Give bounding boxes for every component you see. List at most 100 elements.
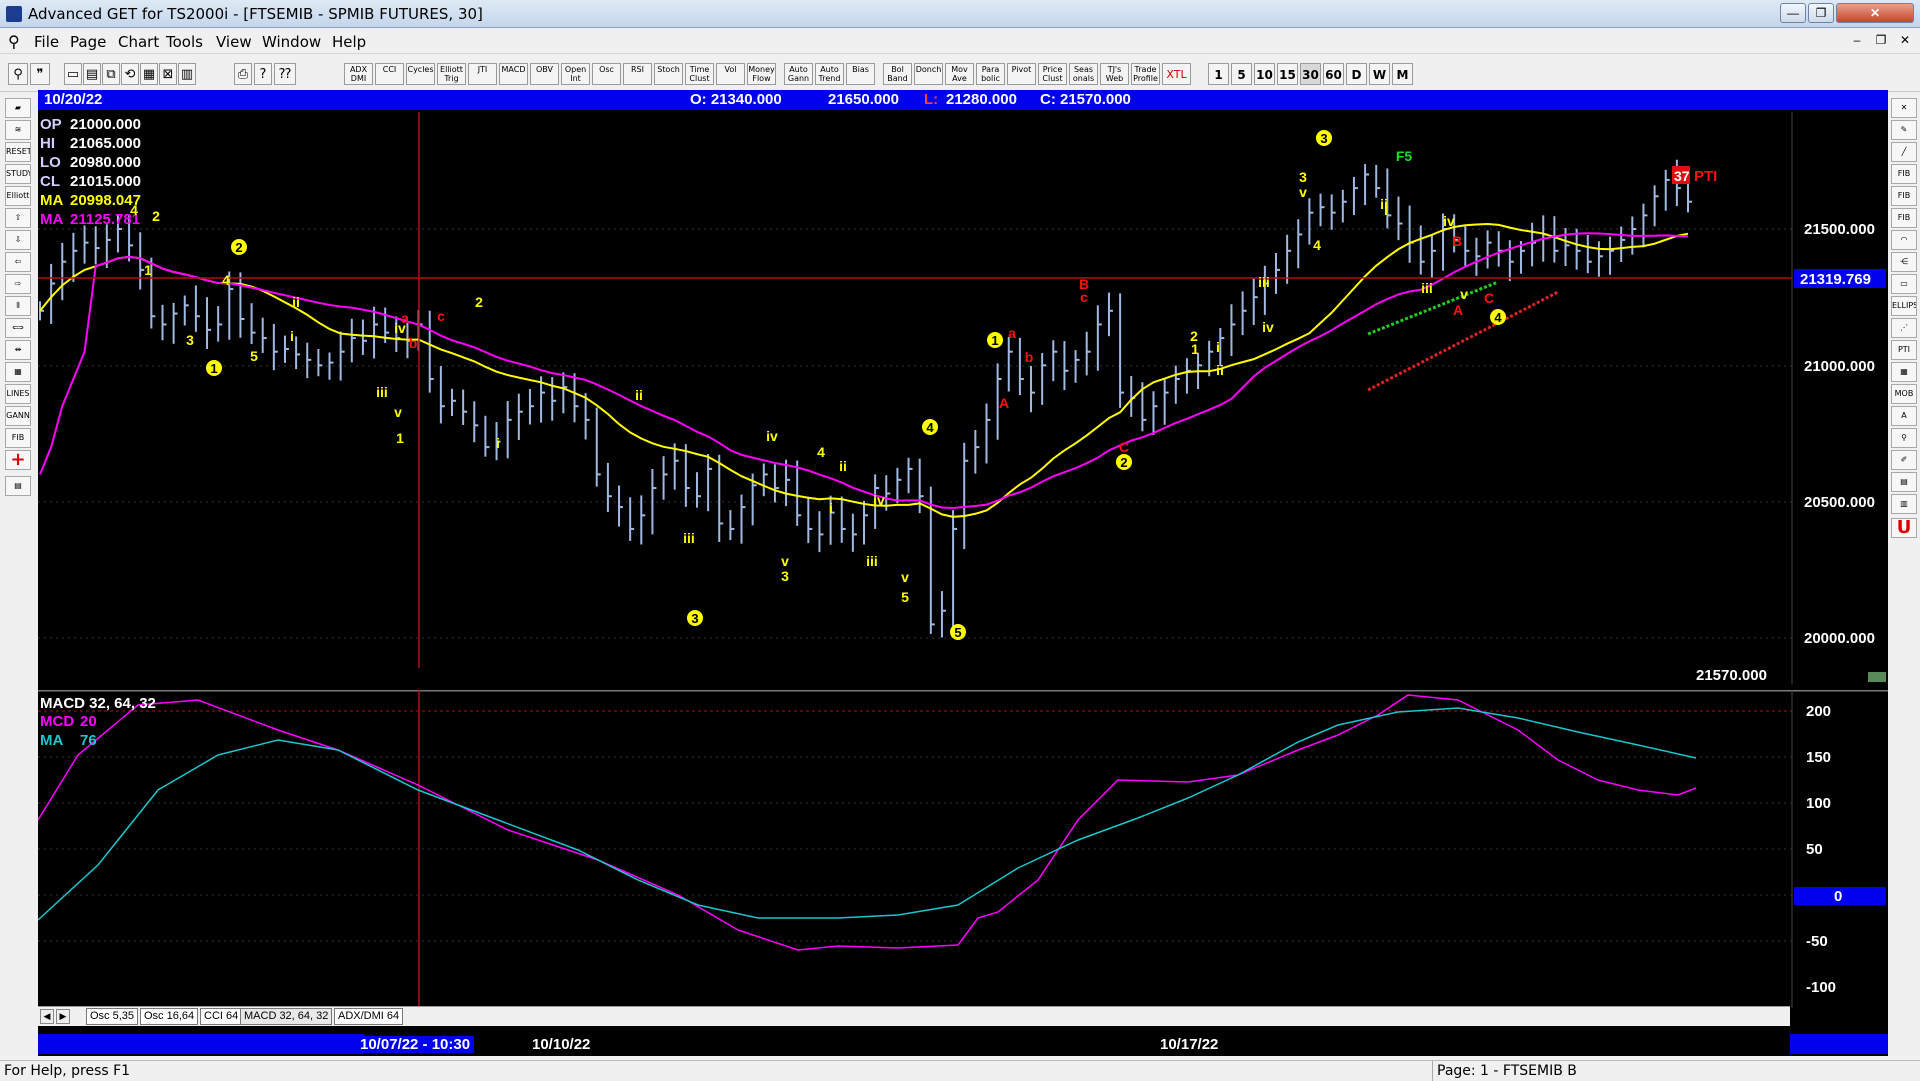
grid-tool-icon[interactable]: ▦ bbox=[1891, 362, 1917, 382]
study-button[interactable]: Money Flow bbox=[747, 63, 776, 85]
new-icon[interactable]: ▭ bbox=[64, 63, 82, 85]
zoom-icon[interactable]: ⚲ bbox=[1891, 428, 1917, 448]
study-button[interactable]: Open Int bbox=[561, 63, 590, 85]
macd-chart[interactable]: MACD 32, 64, 32 MCD 20 MA 76 200 150 100… bbox=[38, 690, 1888, 1008]
interval-button[interactable]: 5 bbox=[1231, 63, 1252, 85]
interval-button[interactable]: W bbox=[1369, 63, 1390, 85]
quote-icon[interactable]: ❞ bbox=[30, 63, 50, 85]
study-button[interactable]: Mov Ave bbox=[945, 63, 974, 85]
study-button[interactable]: MACD bbox=[499, 63, 528, 85]
mob-button[interactable]: MOB bbox=[1891, 384, 1917, 404]
left-arrow-icon[interactable]: ⇦ bbox=[5, 252, 31, 272]
study-button[interactable]: Elliott Trig bbox=[437, 63, 466, 85]
menu-file[interactable]: File bbox=[34, 33, 59, 51]
mdi-close-icon[interactable]: ✕ bbox=[1894, 32, 1916, 50]
menu-window[interactable]: Window bbox=[262, 33, 321, 51]
fib-ret-button[interactable]: FIB RET bbox=[1891, 164, 1917, 184]
study-button[interactable]: Pivot bbox=[1007, 63, 1036, 85]
up-arrow-icon[interactable]: ⇧ bbox=[5, 208, 31, 228]
fib-button[interactable]: FIB bbox=[5, 428, 31, 448]
pencil-icon[interactable]: ✎ bbox=[1891, 120, 1917, 140]
tab-macd[interactable]: MACD 32, 64, 32 bbox=[240, 1008, 333, 1025]
fib-ext-button[interactable]: FIB EXT bbox=[1891, 186, 1917, 206]
report-icon[interactable]: ▥ bbox=[1891, 494, 1917, 514]
refresh-icon[interactable]: ⟲ bbox=[121, 63, 139, 85]
right-arrow-icon[interactable]: ⇨ bbox=[5, 274, 31, 294]
copy-icon[interactable]: ⧉ bbox=[102, 63, 120, 85]
study-button[interactable]: Bias bbox=[846, 63, 875, 85]
wave-icon[interactable]: ≋ bbox=[5, 120, 31, 140]
tile-icon[interactable]: ▥ bbox=[178, 63, 196, 85]
pointer-icon[interactable]: ⚲ bbox=[8, 63, 28, 85]
reset-button[interactable]: RESET bbox=[5, 142, 31, 162]
study-button[interactable]: CCI bbox=[375, 63, 404, 85]
fib-time-button[interactable]: FIB TIME bbox=[1891, 208, 1917, 228]
study-button[interactable]: Osc bbox=[592, 63, 621, 85]
calc-icon[interactable]: ▤ bbox=[1891, 472, 1917, 492]
close-tool-icon[interactable]: ✕ bbox=[1891, 98, 1917, 118]
study-button[interactable]: Vol bbox=[716, 63, 745, 85]
study-button[interactable]: Time Clust bbox=[685, 63, 714, 85]
fan-icon[interactable]: ⋲ bbox=[1891, 252, 1917, 272]
tab-osc-16-64[interactable]: Osc 16,64 bbox=[140, 1008, 199, 1025]
study-button[interactable]: Seas onals bbox=[1069, 63, 1098, 85]
study-button[interactable]: Stoch bbox=[654, 63, 683, 85]
menu-chart[interactable]: Chart bbox=[118, 33, 159, 51]
text-tool-icon[interactable]: A bbox=[1891, 406, 1917, 426]
study-button[interactable]: TJ's Web bbox=[1100, 63, 1129, 85]
tab-right-icon[interactable]: ▶ bbox=[56, 1009, 70, 1024]
magnet-icon[interactable]: U bbox=[1891, 518, 1917, 538]
close-chart-icon[interactable]: ⊠ bbox=[159, 63, 177, 85]
notes-icon[interactable]: ▤ bbox=[5, 476, 31, 496]
interval-button[interactable]: 60 bbox=[1323, 63, 1344, 85]
tab-adx-dmi[interactable]: ADX/DMI 64 bbox=[334, 1008, 404, 1025]
study-button[interactable]: Donch bbox=[914, 63, 943, 85]
interval-button[interactable]: 15 bbox=[1277, 63, 1298, 85]
channel-icon[interactable]: ▭ bbox=[1891, 274, 1917, 294]
print-icon[interactable]: ⎙ bbox=[234, 63, 252, 85]
menu-help[interactable]: Help bbox=[332, 33, 366, 51]
maximize-button[interactable]: ❐ bbox=[1808, 3, 1834, 23]
study-button[interactable]: Bol Band bbox=[883, 63, 912, 85]
menu-page[interactable]: Page bbox=[70, 33, 106, 51]
grid-icon[interactable]: ▦ bbox=[140, 63, 158, 85]
gann-button[interactable]: GANN bbox=[5, 406, 31, 426]
study-button[interactable]: Auto Gann bbox=[784, 63, 813, 85]
close-button[interactable]: ✕ bbox=[1836, 3, 1914, 23]
tab-osc-5-35[interactable]: Osc 5,35 bbox=[86, 1008, 139, 1025]
tab-cci-64[interactable]: CCI 64 bbox=[200, 1008, 243, 1025]
trend-line-icon[interactable]: ╱ bbox=[1891, 142, 1917, 162]
interval-button[interactable]: 30 bbox=[1300, 63, 1321, 85]
study-button[interactable]: Auto Trend bbox=[815, 63, 844, 85]
ellipse-button[interactable]: ELLIPS bbox=[1891, 296, 1917, 316]
mdi-restore-icon[interactable]: ❐ bbox=[1870, 32, 1892, 50]
menu-tools[interactable]: Tools bbox=[166, 33, 203, 51]
study-button[interactable]: STUDY bbox=[5, 164, 31, 184]
open-icon[interactable]: ▤ bbox=[83, 63, 101, 85]
price-chart[interactable]: OP 21000.000 HI 21065.000 LO 20980.000 C… bbox=[38, 112, 1888, 684]
folder-icon[interactable]: ▰ bbox=[5, 98, 31, 118]
interval-button[interactable]: M bbox=[1392, 63, 1413, 85]
crosshair-icon[interactable]: + bbox=[5, 450, 31, 470]
study-button[interactable]: Trade Profile bbox=[1131, 63, 1160, 85]
interval-button[interactable]: 1 bbox=[1208, 63, 1229, 85]
mdi-minimize-icon[interactable]: – bbox=[1846, 32, 1868, 50]
study-button[interactable]: XTL bbox=[1162, 63, 1191, 85]
marker-icon[interactable]: ✐ bbox=[1891, 450, 1917, 470]
study-button[interactable]: OBV bbox=[530, 63, 559, 85]
tab-left-icon[interactable]: ◀ bbox=[40, 1009, 54, 1024]
study-button[interactable]: Price Clust bbox=[1038, 63, 1067, 85]
study-button[interactable]: RSI bbox=[623, 63, 652, 85]
pti-button[interactable]: PTI bbox=[1891, 340, 1917, 360]
lines-button[interactable]: LINES bbox=[5, 384, 31, 404]
study-button[interactable]: Para bolic bbox=[976, 63, 1005, 85]
context-help-icon[interactable]: ⁇ bbox=[274, 63, 296, 85]
down-arrow-icon[interactable]: ⇩ bbox=[5, 230, 31, 250]
menu-view[interactable]: View bbox=[216, 33, 252, 51]
bars-icon[interactable]: ⫴ bbox=[5, 296, 31, 316]
study-button[interactable]: Cycles bbox=[406, 63, 435, 85]
compress-icon[interactable]: ⇹ bbox=[5, 340, 31, 360]
price-axis[interactable] bbox=[1792, 112, 1888, 684]
study-button[interactable]: JTI bbox=[468, 63, 497, 85]
study-button[interactable]: ADX DMI bbox=[344, 63, 373, 85]
